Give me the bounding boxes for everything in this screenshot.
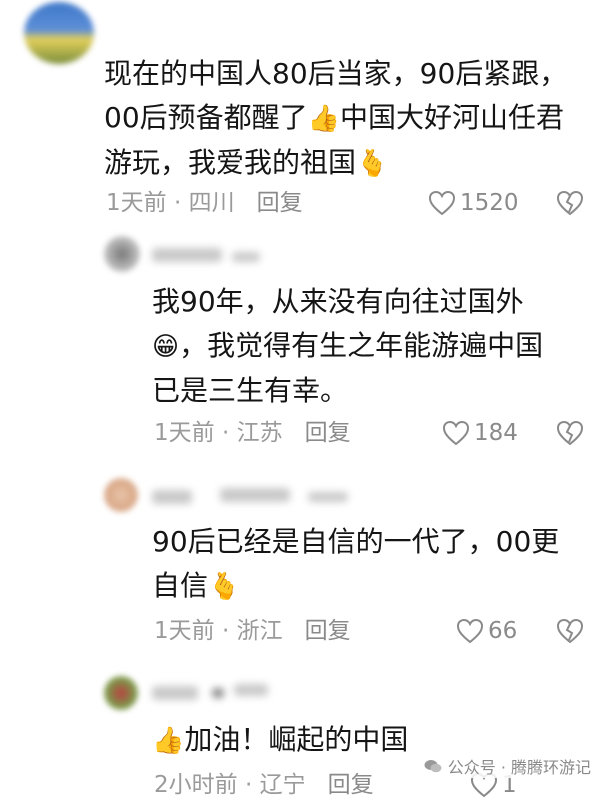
like-count: 184 bbox=[474, 420, 518, 446]
comment-text: 我90年，从来没有向往过国外 😁，我觉得有生之年能游遍中国 已是三生有幸。 bbox=[152, 285, 544, 407]
avatar[interactable] bbox=[104, 236, 140, 272]
broken-heart-icon[interactable] bbox=[556, 420, 584, 446]
like-button[interactable]: 184 bbox=[442, 418, 518, 448]
heart-outline-icon bbox=[442, 420, 470, 446]
user-badge-redacted bbox=[212, 688, 224, 698]
comment-time-location: 2小时前 · 辽宁 bbox=[154, 772, 306, 798]
like-count: 1520 bbox=[460, 190, 519, 216]
heart-outline-icon bbox=[456, 618, 484, 644]
user-badge-redacted bbox=[234, 684, 268, 696]
like-count: 66 bbox=[488, 618, 518, 644]
grin-emoji: 😁 bbox=[152, 332, 180, 362]
avatar[interactable] bbox=[104, 478, 138, 512]
thumbs-up-emoji: 👍 bbox=[152, 726, 185, 756]
user-badge-redacted bbox=[232, 252, 260, 262]
finger-heart-emoji: 🫰 bbox=[208, 572, 241, 602]
heart-outline-icon bbox=[428, 190, 456, 216]
like-button[interactable]: 66 bbox=[456, 616, 517, 646]
username-redacted bbox=[152, 248, 222, 262]
reply-button[interactable]: 回复 bbox=[305, 618, 351, 644]
broken-heart-icon[interactable] bbox=[556, 618, 584, 644]
comment-text: 现在的中国人80后当家，90后紧跟， 00后预备都醒了👍中国大好河山任君 游玩，… bbox=[104, 52, 594, 186]
comment-meta: 1天前 · 江苏 回复 bbox=[154, 418, 351, 448]
broken-heart-icon[interactable] bbox=[556, 190, 584, 216]
like-button[interactable]: 1520 bbox=[428, 188, 519, 218]
comment-meta: 1天前 · 四川 回复 bbox=[106, 188, 303, 218]
reply-button[interactable]: 回复 bbox=[257, 190, 303, 216]
comment-text: 90后已经是自信的一代了，00更 自信🫰 bbox=[152, 520, 592, 609]
username-redacted bbox=[152, 490, 192, 504]
comment-time-location: 1天前 · 四川 bbox=[106, 190, 235, 216]
username-redacted bbox=[152, 686, 198, 700]
finger-heart-emoji: 🫰 bbox=[356, 149, 389, 179]
comment-meta: 2小时前 · 辽宁 回复 bbox=[154, 770, 374, 800]
reply-button[interactable]: 回复 bbox=[305, 420, 351, 446]
user-badge-redacted bbox=[308, 492, 348, 502]
comment-time-location: 1天前 · 浙江 bbox=[154, 618, 283, 644]
watermark: 公众号 · 腾腾环游记 bbox=[423, 754, 591, 778]
avatar[interactable] bbox=[104, 676, 138, 710]
watermark-text: 公众号 · 腾腾环游记 bbox=[447, 758, 591, 777]
thumbs-up-emoji: 👍 bbox=[307, 104, 341, 134]
comment-meta: 1天前 · 浙江 回复 bbox=[154, 616, 351, 646]
reply-button[interactable]: 回复 bbox=[328, 772, 374, 798]
avatar[interactable] bbox=[24, 2, 94, 64]
username-redacted bbox=[220, 488, 290, 502]
comment-time-location: 1天前 · 江苏 bbox=[154, 420, 283, 446]
wechat-icon bbox=[424, 760, 442, 773]
